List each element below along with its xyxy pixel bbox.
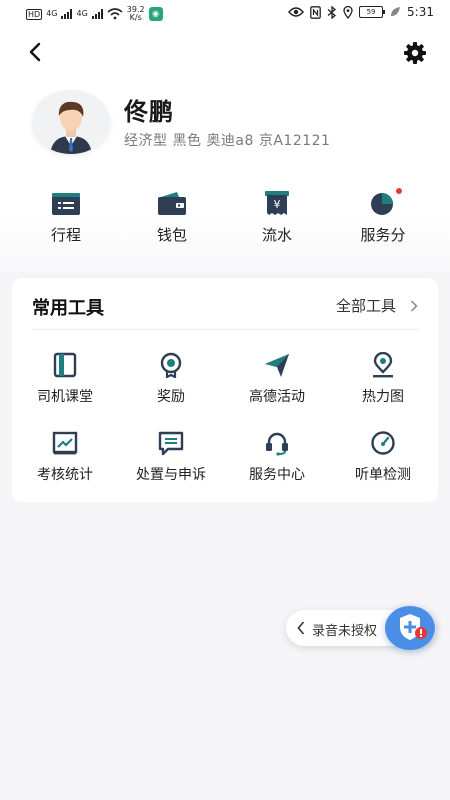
all-tools-link[interactable]: 全部工具 <box>336 295 418 316</box>
tool-label: 处置与申诉 <box>136 467 206 483</box>
settings-button[interactable] <box>402 40 428 66</box>
tool-label: 高德活动 <box>249 389 305 405</box>
driver-name: 佟鹏 <box>124 98 174 126</box>
hd-indicator: HD <box>26 8 43 20</box>
notification-dot <box>396 188 402 194</box>
quick-action-label: 钱包 <box>156 226 187 244</box>
quick-action-service-score[interactable]: 服务分 <box>338 188 428 245</box>
location-status-icon <box>343 5 353 19</box>
svg-text:¥: ¥ <box>274 198 281 211</box>
car-info: 经济型 黑色 奥迪a8 京A12121 <box>124 133 331 149</box>
chevron-left-icon <box>29 42 41 62</box>
trend-chart-icon <box>52 430 78 456</box>
message-icon <box>158 430 184 456</box>
award-icon <box>158 352 184 379</box>
tool-order-detection[interactable]: 听单检测 <box>330 430 436 484</box>
gear-icon <box>404 42 426 64</box>
recording-status-label: 录音未授权 <box>312 624 378 639</box>
pie-chart-icon <box>368 188 402 216</box>
headset-icon <box>264 430 290 456</box>
bill-icon: ¥ <box>262 190 292 216</box>
back-button[interactable] <box>24 40 48 64</box>
wallet-icon <box>157 190 187 216</box>
tool-label: 听单检测 <box>355 467 411 483</box>
divider <box>32 329 418 330</box>
tool-label: 考核统计 <box>37 467 93 483</box>
shield-plus-icon <box>400 614 427 640</box>
network-type-2: 4G <box>76 9 88 18</box>
wifi-icon <box>107 8 123 20</box>
tool-amap-activity[interactable]: 高德活动 <box>224 352 330 406</box>
tool-disposal-appeal[interactable]: 处置与申诉 <box>118 430 224 484</box>
signal-icon <box>61 9 73 19</box>
chevron-left-icon <box>297 621 305 635</box>
map-app-icon: ◉ <box>148 7 163 21</box>
tool-label: 热力图 <box>362 389 404 405</box>
bluetooth-icon <box>327 5 337 19</box>
status-bar: HD 4G 4G 39.2 K/s ◉ 59 5:31 <box>0 0 450 28</box>
chevron-right-icon <box>410 299 418 312</box>
signal-icon-2 <box>91 9 103 19</box>
avatar[interactable] <box>32 90 110 154</box>
common-tools-card: 常用工具 全部工具 司机课堂 奖励 高德活动 热力图 考核统计 处置与申诉 服务… <box>12 278 438 502</box>
tool-award[interactable]: 奖励 <box>118 352 224 406</box>
eye-icon <box>288 7 304 17</box>
network-speed: 39.2 K/s <box>126 5 145 22</box>
battery-icon: 59 <box>359 6 386 18</box>
trip-icon <box>51 190 81 216</box>
tool-label: 司机课堂 <box>37 389 93 405</box>
tools-title: 常用工具 <box>32 298 104 319</box>
quick-action-wallet[interactable]: 钱包 <box>127 190 217 245</box>
tool-label: 奖励 <box>157 389 185 405</box>
network-type-1: 4G <box>46 9 58 18</box>
nfc-icon <box>310 5 321 19</box>
location-pin-icon <box>370 351 396 378</box>
quick-action-trip[interactable]: 行程 <box>21 190 111 245</box>
tool-service-center[interactable]: 服务中心 <box>224 430 330 484</box>
quick-actions: 行程 钱包 ¥ 流水 服务分 <box>0 188 450 250</box>
clock: 5:31 <box>407 5 434 19</box>
quick-action-label: 流水 <box>261 226 292 244</box>
gauge-icon <box>370 430 396 456</box>
quick-action-bill[interactable]: ¥ 流水 <box>232 190 322 245</box>
paper-plane-icon <box>264 352 290 378</box>
all-tools-label: 全部工具 <box>335 297 396 315</box>
tool-heatmap[interactable]: 热力图 <box>330 351 436 406</box>
leaf-icon <box>391 7 401 16</box>
driver-avatar-icon <box>32 90 110 154</box>
tool-assessment-stats[interactable]: 考核统计 <box>12 430 118 484</box>
tool-label: 服务中心 <box>249 467 305 483</box>
quick-action-label: 服务分 <box>360 226 406 244</box>
safety-shield-button[interactable] <box>385 606 435 650</box>
tool-driver-class[interactable]: 司机课堂 <box>12 352 118 406</box>
book-icon <box>52 352 78 378</box>
quick-action-label: 行程 <box>50 226 81 244</box>
